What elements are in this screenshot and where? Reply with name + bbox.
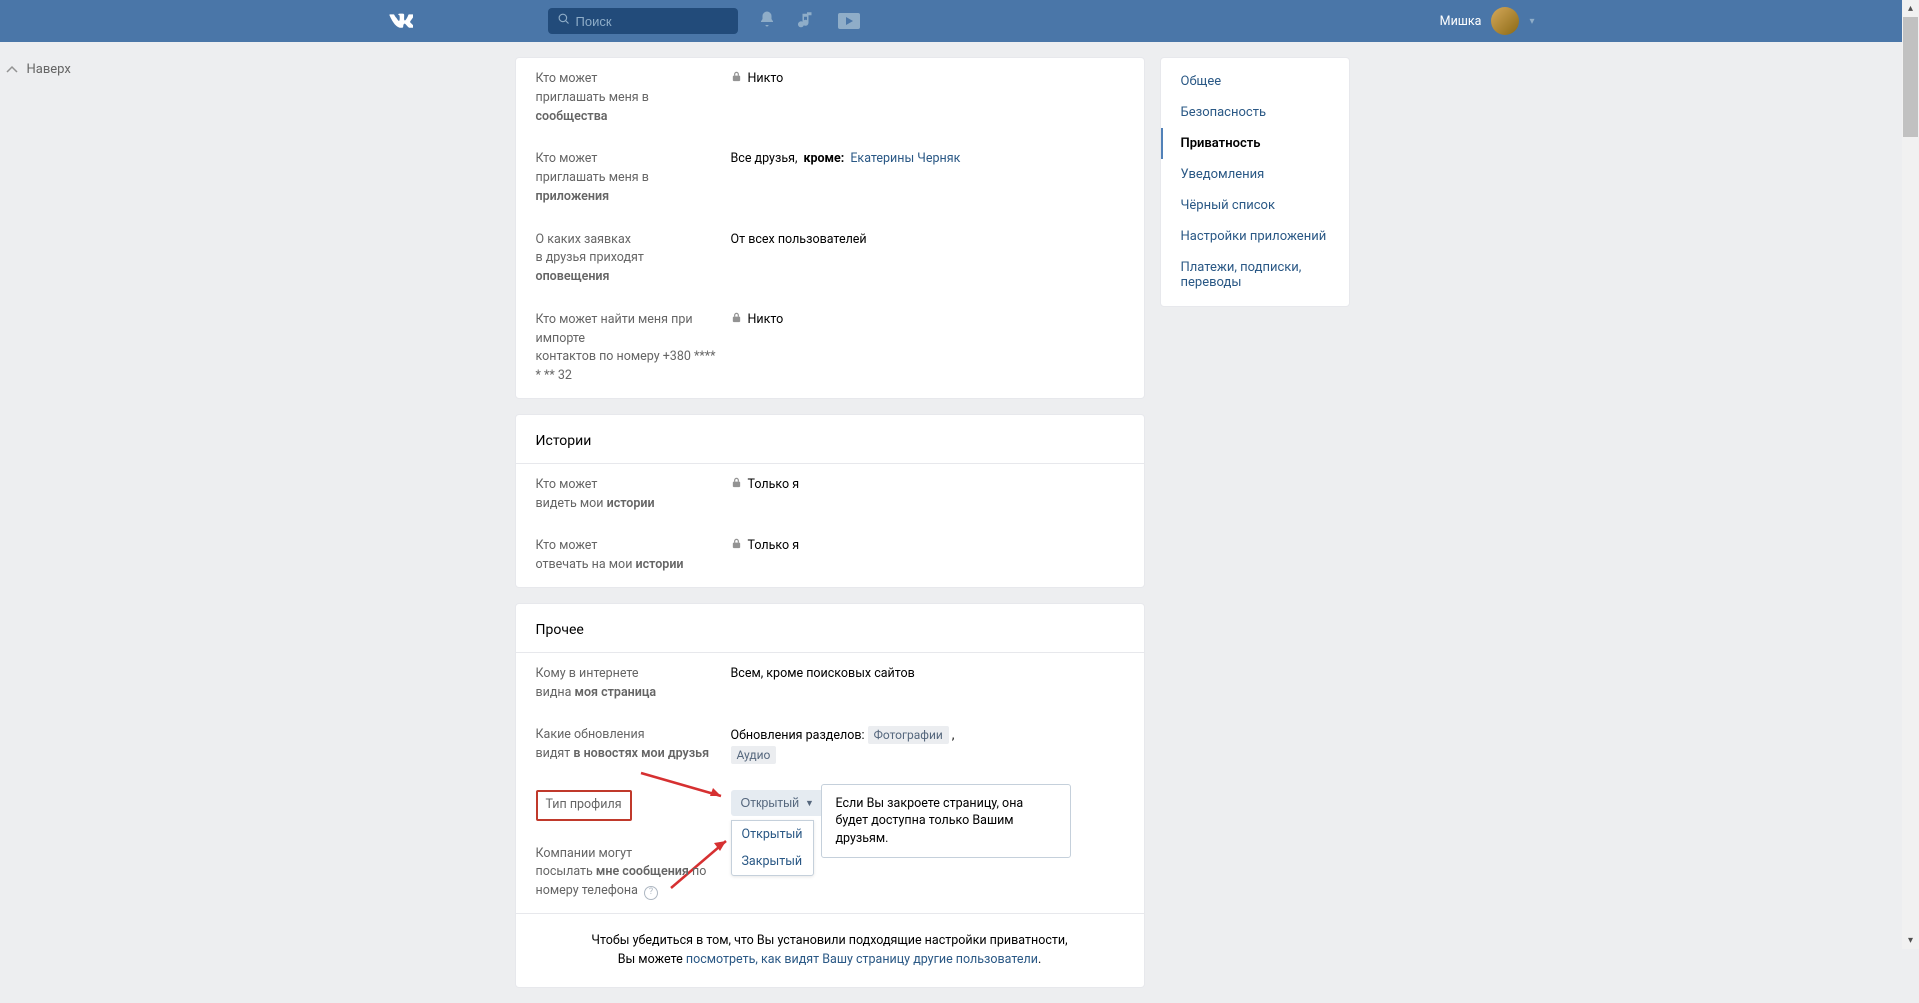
tag-photos[interactable]: Фотографии [868,726,949,744]
setting-row[interactable]: Кто можетвидеть мои истории Только я [516,464,1144,526]
sidebar-item[interactable]: Чёрный список [1161,190,1349,221]
setting-news-updates[interactable]: Какие обновлениявидят в новостях мои дру… [516,714,1144,778]
sidebar-item[interactable]: Общее [1161,66,1349,97]
sidebar-item[interactable]: Уведомления [1161,159,1349,190]
setting-row[interactable]: Кто можетприглашать меня в приложенияВсе… [516,138,1144,218]
sidebar-item[interactable]: Приватность [1161,128,1349,159]
other-settings-panel: Прочее Кому в интернетевидна моя страниц… [515,603,1145,989]
dropdown-option-open[interactable]: Открытый [732,821,813,848]
video-icon[interactable] [838,13,860,29]
other-title: Прочее [516,604,1144,653]
profile-type-tooltip: Если Вы закроете страницу, она будет дос… [821,784,1071,859]
contact-settings-panel: Кто можетприглашать меня в сообщества Ни… [515,57,1145,399]
settings-sidebar: ОбщееБезопасностьПриватностьУведомленияЧ… [1160,57,1350,307]
privacy-footer: Чтобы убедиться в том, что Вы установили… [516,913,1144,988]
sidebar-item[interactable]: Платежи, подписки, переводы [1161,252,1349,298]
avatar [1491,7,1519,35]
lock-icon [731,70,742,89]
scrollbar[interactable]: ▴ ▾ [1902,0,1919,949]
user-menu[interactable]: Мишка ▾ [1440,7,1535,35]
stories-title: Истории [516,415,1144,464]
setting-profile-type: Тип профиля Открытый ▼ Открытый Закрытый… [516,778,1144,833]
setting-row[interactable]: Кто можетприглашать меня в сообщества Ни… [516,58,1144,138]
music-icon[interactable] [798,10,816,32]
scrollbar-up-arrow[interactable]: ▴ [1902,0,1919,17]
scrollbar-down-arrow[interactable]: ▾ [1902,932,1919,949]
setting-row[interactable]: Кто можетотвечать на мои истории Только … [516,525,1144,587]
chevron-down-icon: ▼ [805,798,814,808]
lock-icon [731,311,742,330]
search-box[interactable] [548,8,738,34]
profile-type-label-highlight: Тип профиля [536,790,632,821]
sidebar-item[interactable]: Безопасность [1161,97,1349,128]
profile-type-dropdown[interactable]: Открытый ▼ [731,790,824,816]
dropdown-option-closed[interactable]: Закрытый [732,848,813,875]
tag-audio[interactable]: Аудио [731,746,777,764]
scrollbar-thumb[interactable] [1903,17,1918,137]
profile-type-dropdown-menu: Открытый Закрытый [731,820,814,876]
chevron-down-icon: ▾ [1529,16,1534,27]
stories-settings-panel: Истории Кто можетвидеть мои истории Толь… [515,414,1145,588]
lock-icon [731,537,742,556]
setting-internet-visibility[interactable]: Кому в интернетевидна моя страница Всем,… [516,653,1144,715]
vk-logo[interactable] [385,9,413,33]
notifications-icon[interactable] [758,10,776,32]
back-to-top[interactable]: Наверх [5,62,71,77]
lock-icon [731,476,742,495]
setting-row[interactable]: Кто может найти меня при импортеконтакто… [516,299,1144,398]
view-as-others-link[interactable]: посмотреть, как видят Вашу страницу друг… [686,952,1038,967]
setting-row[interactable]: О каких заявкахв друзья приходят оповеще… [516,219,1144,299]
help-icon[interactable]: ? [644,886,658,900]
sidebar-item[interactable]: Настройки приложений [1161,221,1349,252]
search-input[interactable] [576,14,728,29]
header: Мишка ▾ [0,0,1919,42]
username: Мишка [1440,14,1482,29]
search-icon [558,13,570,29]
exception-link[interactable]: Екатерины Черняк [850,150,960,169]
